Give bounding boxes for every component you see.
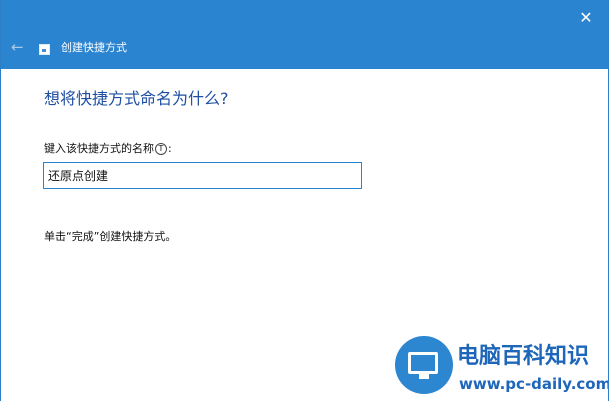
close-icon: ✕ — [579, 8, 593, 27]
shortcut-name-label-text: 键入该快捷方式的名称 — [44, 142, 154, 155]
create-shortcut-window: ✕ ← 创建快捷方式 想将快捷方式命名为什么? 键入该快捷方式的名称T: 单击“… — [0, 0, 609, 401]
site-watermark: 电脑百科知识 www.pc-daily.com — [395, 336, 609, 401]
back-arrow-icon: ← — [11, 38, 24, 56]
page-heading: 想将快捷方式命名为什么? — [44, 89, 229, 108]
shortcut-name-input[interactable] — [43, 162, 362, 189]
shortcut-wizard-icon — [39, 44, 50, 55]
monitor-screen-shape — [408, 352, 438, 374]
title-bar: ✕ ← 创建快捷方式 — [1, 0, 608, 69]
close-button[interactable]: ✕ — [576, 8, 596, 28]
hotkey-letter: T — [155, 143, 167, 155]
shortcut-name-label: 键入该快捷方式的名称 T: — [44, 141, 172, 157]
wizard-title: 创建快捷方式 — [61, 41, 127, 54]
shortcut-name-label-colon: : — [168, 142, 172, 155]
watermark-url: www.pc-daily.com — [459, 375, 609, 393]
finish-hint-text: 单击“完成”创建快捷方式。 — [44, 230, 177, 243]
back-button[interactable]: ← — [11, 38, 29, 56]
monitor-stand-shape — [419, 374, 429, 379]
watermark-title: 电脑百科知识 — [457, 344, 590, 369]
monitor-logo-icon — [395, 336, 453, 394]
